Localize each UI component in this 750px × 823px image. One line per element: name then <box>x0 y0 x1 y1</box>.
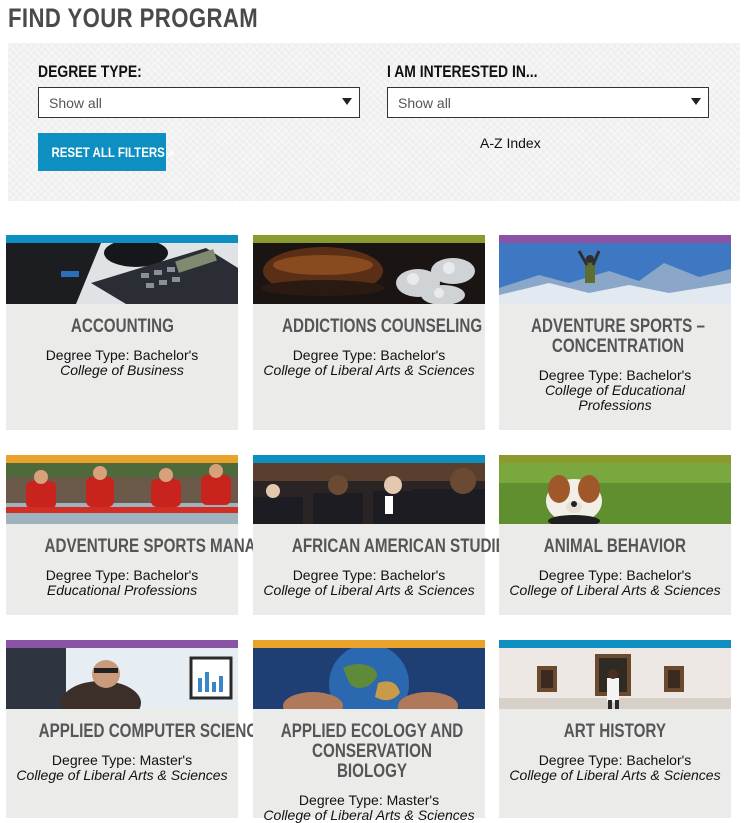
program-card[interactable]: ACCOUNTING Degree Type: Bachelor's Colle… <box>6 235 238 430</box>
accent-bar <box>6 235 238 243</box>
degree-type-text: Degree Type: Master's <box>298 792 440 808</box>
filter-panel: DEGREE TYPE: Show all I AM INTERESTED IN… <box>8 43 740 201</box>
reset-filters-label: RESET ALL FILTERS » <box>51 144 175 160</box>
college-text: College of Liberal Arts & Sciences <box>263 582 475 598</box>
accent-bar <box>253 235 485 243</box>
college-text: College of Educational Professions <box>544 382 686 413</box>
degree-type-text: Degree Type: Bachelor's <box>292 567 446 583</box>
program-card[interactable]: ART HISTORY Degree Type: Bachelor's Coll… <box>499 640 731 818</box>
accent-bar <box>6 455 238 463</box>
program-title: ADVENTURE SPORTS MANAGEMENT <box>44 536 321 557</box>
az-index-link[interactable]: A-Z Index <box>480 135 541 151</box>
accent-bar <box>253 640 485 648</box>
college-text: College of Business <box>60 362 184 378</box>
calculator-keyboard-photo <box>6 243 238 304</box>
degree-type-select[interactable]: Show all <box>38 87 360 118</box>
program-title: ANIMAL BEHAVIOR <box>543 536 687 557</box>
interest-select[interactable]: Show all <box>387 87 709 118</box>
degree-type-text: Degree Type: Master's <box>51 752 193 768</box>
program-card[interactable]: AFRICAN AMERICAN STUDIES MINOR Degree Ty… <box>253 455 571 615</box>
accent-bar <box>499 455 731 463</box>
college-text: College of Liberal Arts & Sciences <box>263 362 475 378</box>
program-card[interactable]: ADDICTIONS COUNSELING Degree Type: Bache… <box>253 235 485 430</box>
dog-in-grass-photo <box>499 463 731 524</box>
program-title: ADVENTURE SPORTS – CONCENTRATION <box>531 316 705 357</box>
hands-holding-earth-photo <box>253 648 485 709</box>
program-title: ACCOUNTING <box>70 316 174 337</box>
glass-and-pills-photo <box>253 243 485 304</box>
reset-filters-button[interactable]: RESET ALL FILTERS » <box>38 133 174 171</box>
program-card[interactable]: ANIMAL BEHAVIOR Degree Type: Bachelor's … <box>499 455 731 615</box>
degree-type-text: Degree Type: Bachelor's <box>292 347 446 363</box>
program-title: ADDICTIONS COUNSELING <box>282 316 483 337</box>
program-title: ART HISTORY <box>563 721 667 742</box>
interest-label: I AM INTERESTED IN... <box>387 62 538 81</box>
crowd-handshake-photo <box>253 463 485 524</box>
program-title: APPLIED COMPUTER SCIENCE <box>38 721 268 742</box>
accent-bar <box>6 640 238 648</box>
college-text: College of Liberal Arts & Sciences <box>509 767 721 783</box>
degree-type-text: Degree Type: Bachelor's <box>538 567 692 583</box>
program-card[interactable]: ADVENTURE SPORTS MANAGEMENT Degree Type:… <box>6 455 321 615</box>
degree-type-value: Show all <box>49 95 102 111</box>
man-at-computer-photo <box>6 648 238 709</box>
program-card[interactable]: ADVENTURE SPORTS – CONCENTRATION Degree … <box>499 235 731 430</box>
accent-bar <box>253 455 485 463</box>
program-title: AFRICAN AMERICAN STUDIES MINOR <box>291 536 571 557</box>
dropdown-arrow-icon <box>691 98 701 105</box>
degree-type-text: Degree Type: Bachelor's <box>45 567 199 583</box>
college-text: College of Liberal Arts & Sciences <box>263 807 475 823</box>
dropdown-arrow-icon <box>342 98 352 105</box>
river-rafting-photo <box>6 463 238 524</box>
art-gallery-photo <box>499 648 731 709</box>
mountain-summit-photo <box>499 243 731 304</box>
college-text: Educational Professions <box>46 582 198 598</box>
accent-bar <box>499 640 731 648</box>
degree-type-text: Degree Type: Bachelor's <box>538 367 692 383</box>
degree-type-text: Degree Type: Bachelor's <box>45 347 199 363</box>
accent-bar <box>499 235 731 243</box>
page-title: FIND YOUR PROGRAM <box>8 3 259 33</box>
college-text: College of Liberal Arts & Sciences <box>509 582 721 598</box>
program-title: APPLIED ECOLOGY AND CONSERVATION BIOLOGY <box>280 721 464 782</box>
program-card[interactable]: APPLIED COMPUTER SCIENCE Degree Type: Ma… <box>6 640 268 818</box>
college-text: College of Liberal Arts & Sciences <box>16 767 228 783</box>
interest-value: Show all <box>398 95 451 111</box>
degree-type-label: DEGREE TYPE: <box>38 62 142 81</box>
degree-type-text: Degree Type: Bachelor's <box>538 752 692 768</box>
program-card[interactable]: APPLIED ECOLOGY AND CONSERVATION BIOLOGY… <box>253 640 485 823</box>
